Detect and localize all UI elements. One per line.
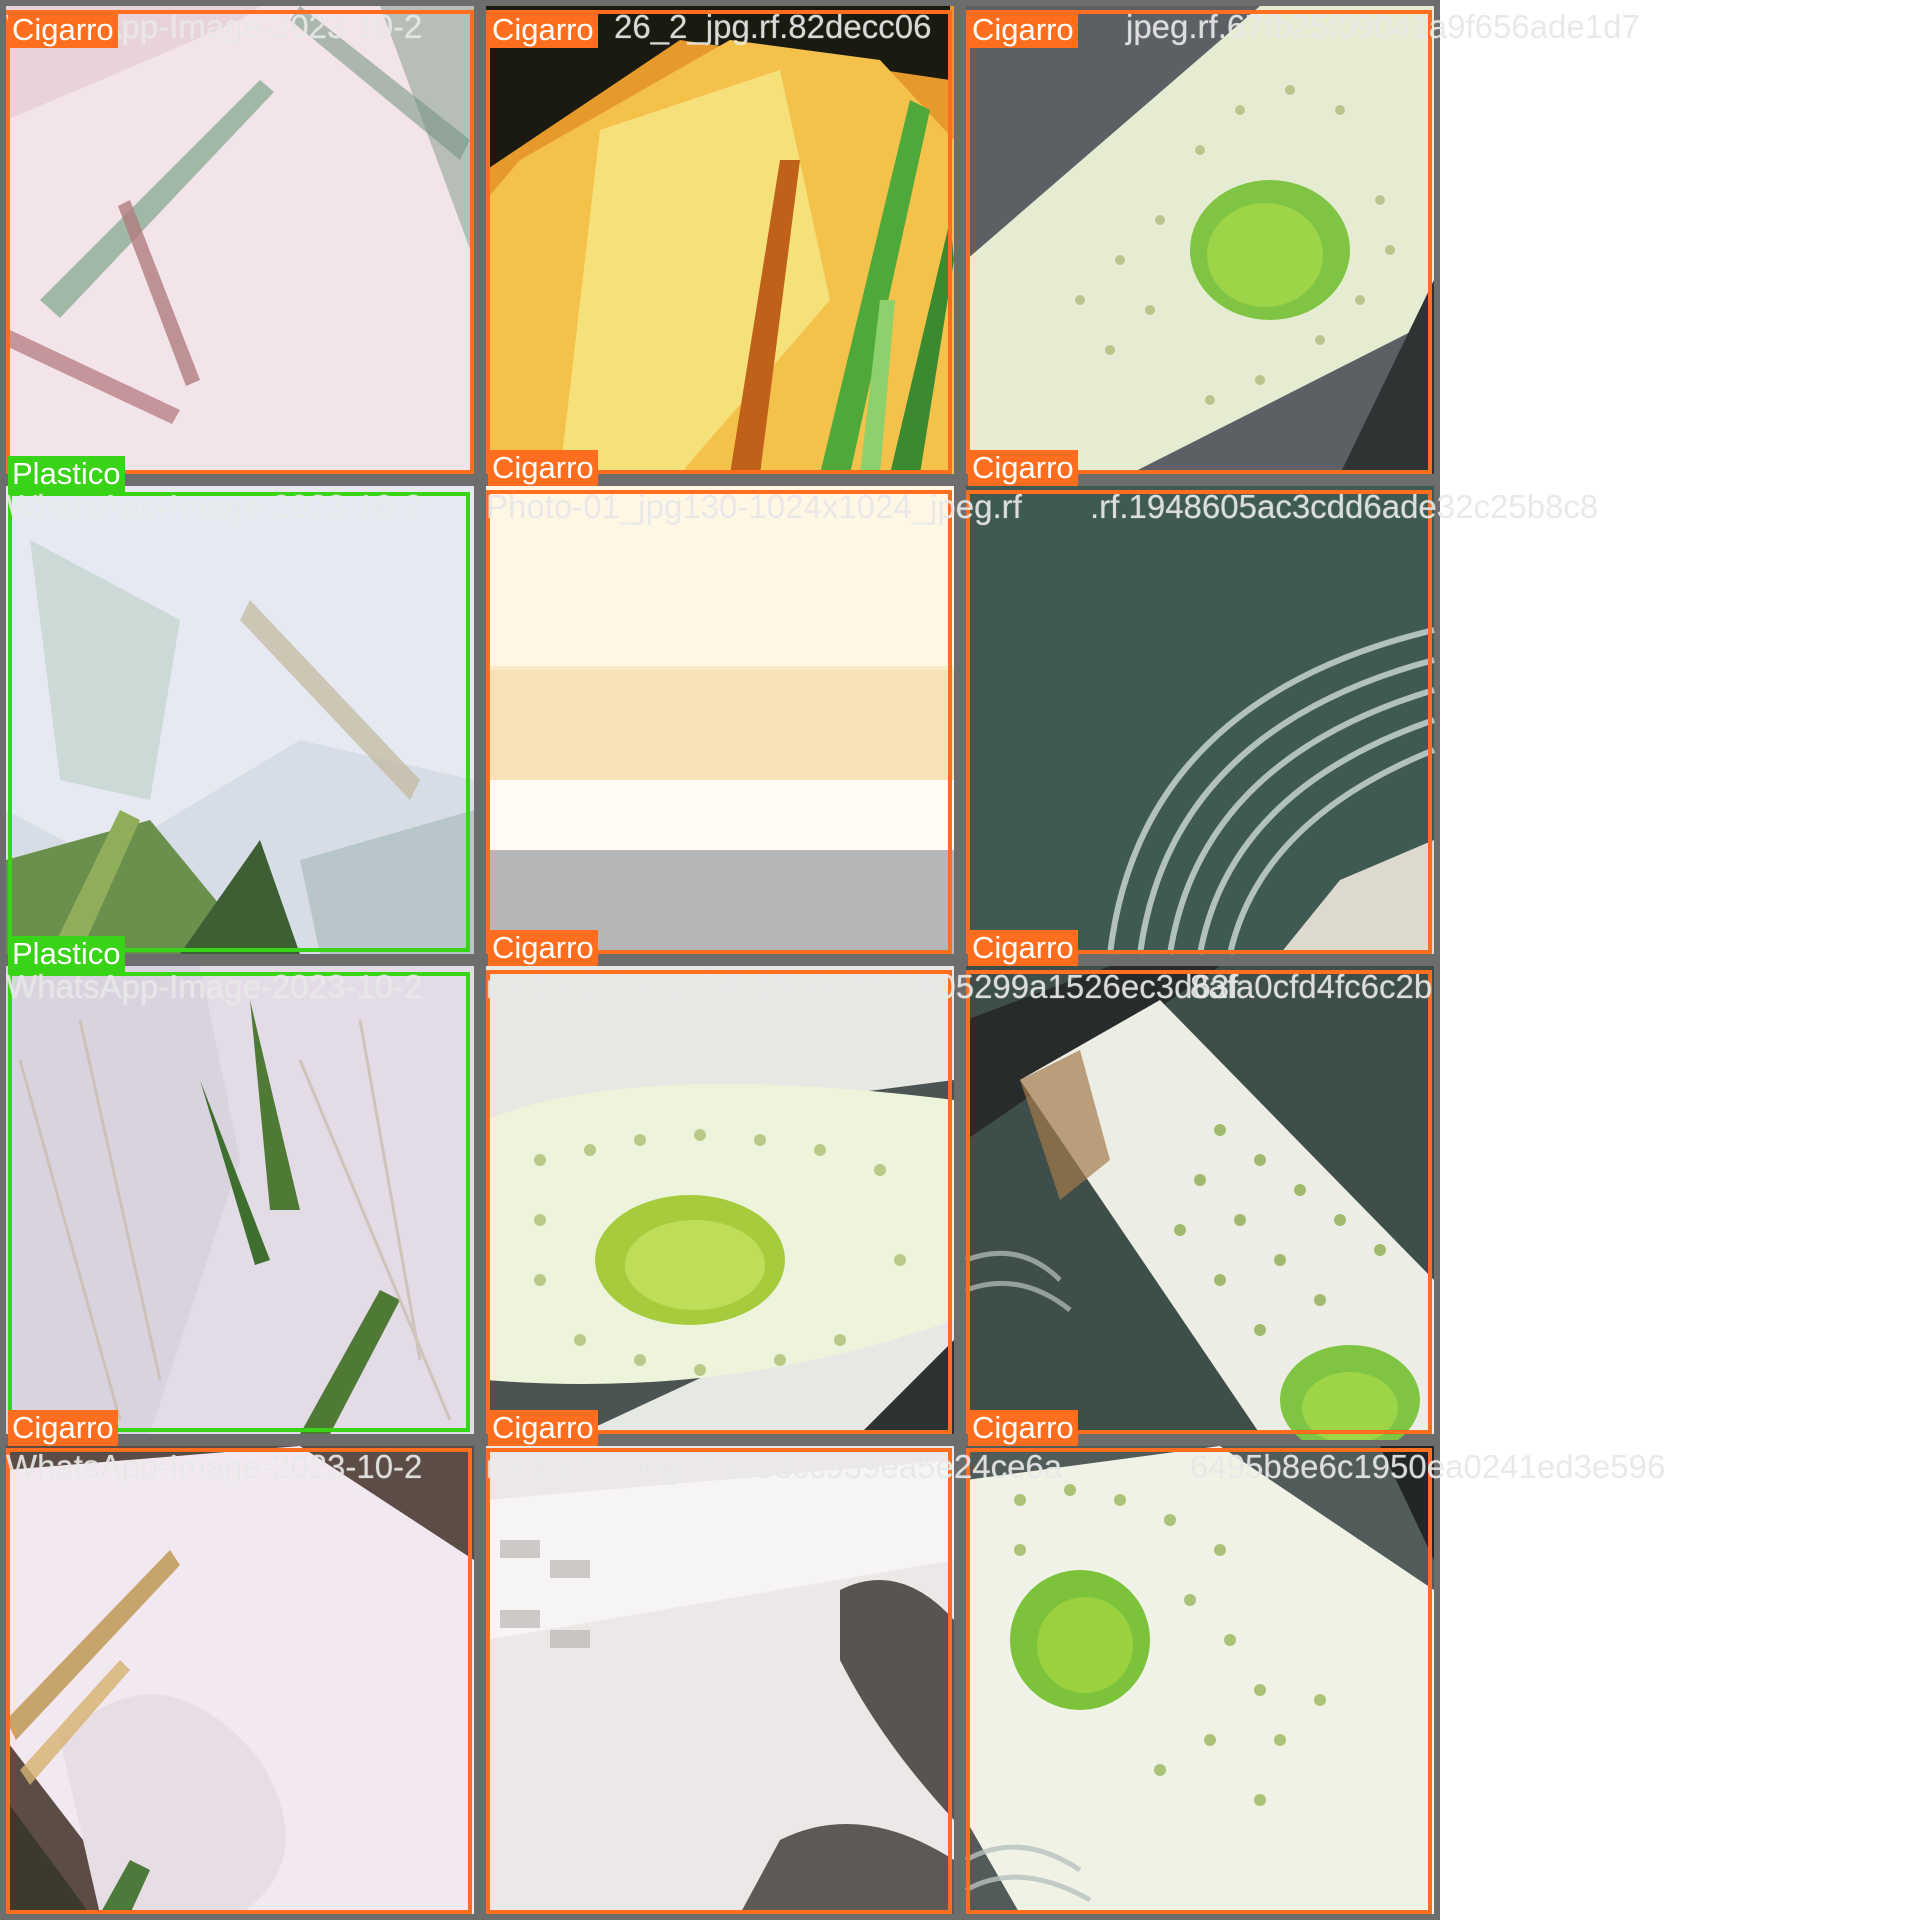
- tile-r3c1: [480, 1440, 960, 1920]
- bbox-cigarro: [966, 970, 1432, 1434]
- class-label-cigarro: Cigarro: [968, 930, 1078, 966]
- detection-mosaic: WhatsApp-Image-2023-10-2 26_2_jpg.rf.82d…: [0, 0, 1665, 1920]
- filename-row1-c: .rf.1948605ac3cdd6ade32c25b8c8: [1090, 488, 1599, 525]
- bbox-cigarro: [486, 970, 952, 1434]
- bbox-cigarro: [6, 1448, 472, 1914]
- tile-r0c2: [960, 0, 1440, 480]
- class-label-plastico: Plastico: [8, 456, 125, 492]
- bbox-cigarro: [486, 10, 952, 474]
- filename-row3-c: 6495b8e6c1950ea0241ed3e596: [1190, 1448, 1666, 1485]
- filename-row0-b: 26_2_jpg.rf.82decc06: [614, 8, 932, 45]
- bbox-cigarro: [966, 1448, 1432, 1914]
- tile-r3c2: [960, 1440, 1440, 1920]
- bbox-cigarro: [966, 490, 1432, 954]
- class-label-plastico: Plastico: [8, 936, 125, 972]
- tile-r2c2: [960, 960, 1440, 1440]
- bbox-plastico: [8, 492, 470, 952]
- filename-row3-a: WhatsApp-Image-2023-10-2: [6, 1448, 423, 1485]
- class-label-cigarro: Cigarro: [968, 12, 1078, 48]
- filename-row2-b: rueba-2_jpeg.rf.4b15c6e3720605299a1526ec…: [486, 968, 1239, 1005]
- filename-row2-c: 8afa0cfd4fc6c2b: [1190, 968, 1433, 1005]
- filename-row2-a: WhatsApp-Image-2023-10-2: [6, 968, 423, 1005]
- bbox-cigarro: [6, 10, 474, 474]
- tile-r3c0: [0, 1440, 480, 1920]
- filename-row3-b: rueba-1_jpeg.rf.a553cc939ea5e24ce6a: [486, 1448, 1063, 1485]
- class-label-cigarro: Cigarro: [8, 1410, 118, 1446]
- filename-row1-b: Photo-01_jpg130-1024x1024_jpeg.rf: [486, 488, 1022, 525]
- bbox-plastico: [8, 972, 470, 1432]
- tile-r1c1: [480, 480, 960, 960]
- class-label-cigarro: Cigarro: [488, 450, 598, 486]
- filename-row1-a: WhatsApp-Image-2023-10-2: [6, 488, 423, 525]
- class-label-cigarro: Cigarro: [8, 12, 118, 48]
- tile-r1c0: [0, 480, 480, 960]
- class-label-cigarro: Cigarro: [488, 930, 598, 966]
- class-label-cigarro: Cigarro: [968, 1410, 1078, 1446]
- tile-r1c2: [960, 480, 1440, 960]
- class-label-cigarro: Cigarro: [488, 1410, 598, 1446]
- tile-r0c0: [0, 0, 480, 480]
- bbox-cigarro: [486, 490, 952, 954]
- class-label-cigarro: Cigarro: [488, 12, 598, 48]
- tile-r2c1: [480, 960, 960, 1440]
- tile-r0c1: [480, 0, 960, 480]
- bbox-cigarro: [486, 1448, 952, 1914]
- bbox-cigarro: [966, 10, 1432, 474]
- class-label-cigarro: Cigarro: [968, 450, 1078, 486]
- filename-row0-c: jpeg.rf.67fb25f09041a9f656ade1d7: [1126, 8, 1640, 45]
- tile-r2c0: [0, 960, 480, 1440]
